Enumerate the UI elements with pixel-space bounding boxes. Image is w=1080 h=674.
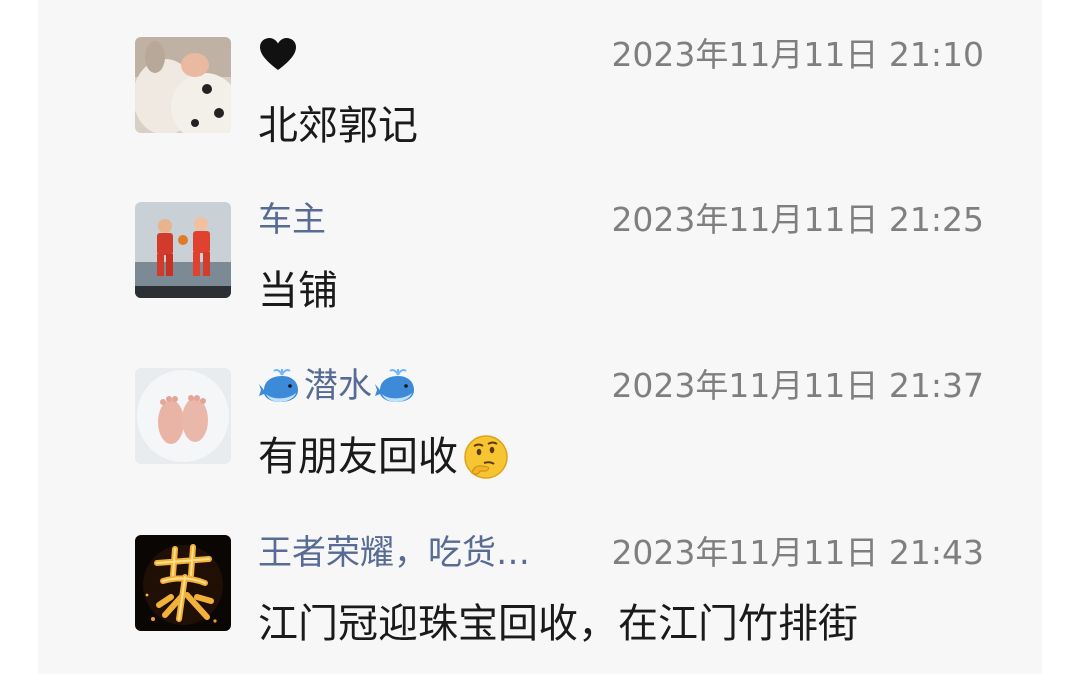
comment-list: 2023年11月11日 21:10 北郊郭记 车主 2023年11月11日 21… [38, 0, 1042, 674]
comment-item: 王者荣耀，吃货… 2023年11月11日 21:43 江门冠迎珠宝回收，在江门竹… [38, 498, 1042, 658]
comment-text: 有朋友回收 [258, 431, 510, 483]
comment-timestamp: 2023年11月11日 21:43 [611, 533, 984, 572]
comment-text: 当铺 [258, 268, 338, 314]
comment-text-content: 有朋友回收 [258, 434, 458, 480]
comment-item: 车主 2023年11月11日 21:25 当铺 [38, 165, 1042, 325]
whale-icon [258, 366, 302, 406]
avatar[interactable] [135, 368, 231, 464]
avatar[interactable] [135, 37, 231, 133]
baby-feet-avatar-icon [135, 368, 231, 464]
comment-text: 江门冠迎珠宝回收，在江门竹排街 [258, 601, 858, 647]
baby-in-bunny-outfit-avatar-icon [135, 37, 231, 133]
comment-text: 北郊郭记 [258, 103, 418, 149]
avatar[interactable] [135, 202, 231, 298]
comment-timestamp: 2023年11月11日 21:25 [611, 200, 984, 239]
comment-item: 2023年11月11日 21:10 北郊郭记 [38, 0, 1042, 160]
comment-item: 潜水 2023年11月11日 21:37 有朋友回收 [38, 331, 1042, 491]
basketball-players-avatar-icon [135, 202, 231, 298]
comment-author-name[interactable] [258, 34, 298, 76]
comment-author-name[interactable]: 王者荣耀，吃货… [258, 532, 530, 574]
comment-timestamp: 2023年11月11日 21:10 [611, 35, 984, 74]
comment-author-name[interactable]: 潜水 [258, 365, 418, 407]
whale-icon [374, 366, 418, 406]
avatar[interactable] [135, 535, 231, 631]
golden-calligraphy-avatar-icon [135, 535, 231, 631]
author-name-text: 潜水 [304, 366, 372, 406]
comment-author-name[interactable]: 车主 [258, 199, 326, 241]
comment-timestamp: 2023年11月11日 21:37 [611, 366, 984, 405]
black-heart-icon [258, 35, 298, 75]
thinking-face-emoji-icon [462, 433, 510, 481]
